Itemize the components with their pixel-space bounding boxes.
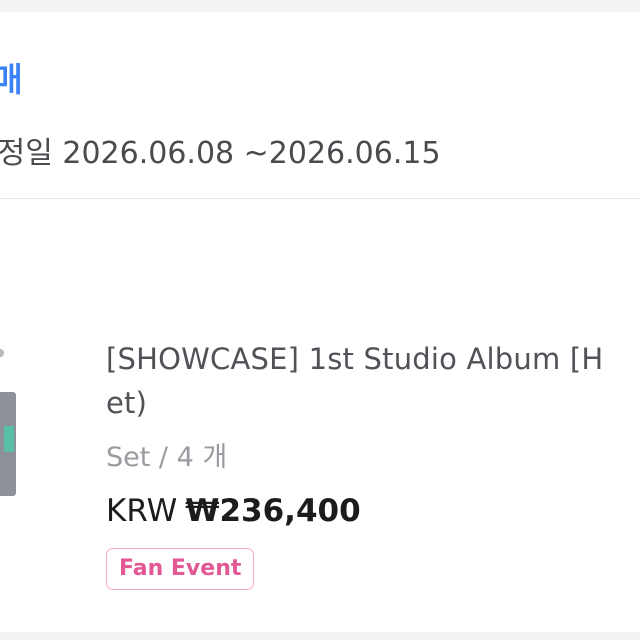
order-detail-page: 판매 예정일 2026.06.08 ~2026.06.15 [SHOWCASE]…	[0, 0, 640, 640]
product-thumbnail[interactable]	[0, 392, 16, 496]
ship-date-label: 예정일	[0, 136, 53, 171]
product-card[interactable]: [SHOWCASE] 1st Studio Album [H et) Set /…	[0, 199, 640, 632]
product-title[interactable]: [SHOWCASE] 1st Studio Album [H et)	[106, 337, 640, 425]
price-amount: ₩236,400	[185, 493, 361, 529]
sale-status-label: 판매	[0, 60, 23, 99]
product-title-line-2: et)	[106, 386, 148, 420]
thumbnail-edge-marker	[0, 349, 4, 357]
product-title-line-1: [SHOWCASE] 1st Studio Album [H	[106, 342, 604, 376]
price-currency: KRW	[106, 493, 178, 529]
album-cover-thumbnail-icon	[4, 426, 14, 452]
fan-event-badge: Fan Event	[106, 548, 255, 590]
sale-info-card: 판매 예정일 2026.06.08 ~2026.06.15	[0, 12, 640, 199]
product-option: Set / 4 개	[106, 442, 228, 473]
ship-date-row: 예정일 2026.06.08 ~2026.06.15	[0, 134, 441, 174]
ship-date-range: 2026.06.08 ~2026.06.15	[62, 136, 441, 171]
product-price: KRW ₩236,400	[106, 493, 361, 529]
